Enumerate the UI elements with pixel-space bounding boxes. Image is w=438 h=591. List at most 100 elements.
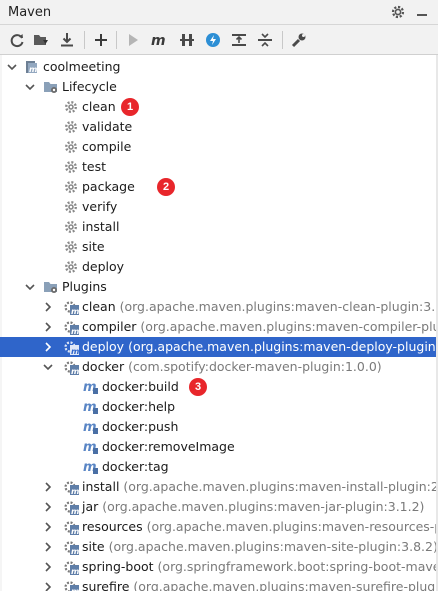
plugin-coordinates: (org.apache.maven.plugins:maven-site-plu… bbox=[108, 539, 438, 554]
tree-node-label: site bbox=[82, 239, 105, 254]
lifecycle-phase-item[interactable]: package bbox=[0, 177, 438, 197]
tree-node-project[interactable]: m coolmeeting bbox=[0, 57, 438, 77]
tree-node-label: clean bbox=[82, 99, 116, 114]
chevron-down-icon[interactable] bbox=[42, 361, 54, 373]
gear-icon bbox=[63, 99, 79, 115]
plugin-coordinates: (org.springframework.boot:spring-boot-ma… bbox=[157, 559, 438, 574]
maven-goal-icon[interactable]: m bbox=[150, 31, 168, 49]
plugin-item[interactable]: m install (org.apache.maven.plugins:maven… bbox=[0, 477, 438, 497]
maven-goal-icon: m bbox=[83, 399, 99, 415]
maven-plugin-icon: m bbox=[63, 539, 79, 556]
plugin-item[interactable]: m resources (org.apache.maven.plugins:mav… bbox=[0, 517, 438, 537]
skip-tests-icon[interactable] bbox=[204, 31, 222, 49]
svg-text:m: m bbox=[71, 347, 79, 355]
maven-plugin-icon: m bbox=[63, 519, 79, 536]
plugin-goal-item[interactable]: m docker:removeImage bbox=[0, 437, 438, 457]
chevron-right-icon[interactable] bbox=[42, 321, 54, 333]
add-icon[interactable] bbox=[92, 31, 110, 49]
svg-text:m: m bbox=[71, 527, 79, 535]
tree-node-label: clean bbox=[82, 299, 116, 314]
tree-node-label: install bbox=[82, 479, 120, 494]
tree-node-label: docker:build bbox=[102, 379, 179, 394]
svg-text:m: m bbox=[151, 33, 166, 48]
annotation-badge: 2 bbox=[157, 178, 175, 196]
plugin-goal-item[interactable]: m docker:tag bbox=[0, 457, 438, 477]
tree-node-label: Lifecycle bbox=[62, 79, 117, 94]
maven-plugin-icon: m bbox=[63, 479, 79, 496]
plugins-folder-icon bbox=[43, 279, 59, 295]
tool-window-title: Maven bbox=[8, 5, 52, 20]
chevron-right-icon[interactable] bbox=[42, 541, 54, 553]
plugin-coordinates: (org.apache.maven.plugins:maven-install-… bbox=[123, 479, 438, 494]
maven-plugin-icon: m bbox=[63, 559, 79, 576]
maven-goal-icon: m bbox=[83, 439, 99, 455]
gear-icon bbox=[63, 179, 79, 195]
plugin-item[interactable]: m compiler (org.apache.maven.plugins:mave… bbox=[0, 317, 438, 337]
generate-sources-icon[interactable] bbox=[32, 31, 50, 49]
lifecycle-phase-item[interactable]: site bbox=[0, 237, 438, 257]
tree-node-label: validate bbox=[82, 119, 133, 134]
maven-projects-tree: m coolmeeting Lifecycle clean validate compil… bbox=[0, 55, 438, 591]
svg-text:m: m bbox=[71, 487, 79, 495]
tree-node-label: install bbox=[82, 219, 120, 234]
download-icon[interactable] bbox=[58, 31, 76, 49]
minimize-icon[interactable] bbox=[414, 4, 430, 20]
tree-node-label: verify bbox=[82, 199, 118, 214]
plugin-goal-item[interactable]: m docker:push bbox=[0, 417, 438, 437]
tree-node-label: compile bbox=[82, 139, 132, 154]
plugin-goal-item[interactable]: m docker:help bbox=[0, 397, 438, 417]
plugin-item[interactable]: m site (org.apache.maven.plugins:maven-si… bbox=[0, 537, 438, 557]
annotation-badge: 3 bbox=[189, 378, 207, 396]
tree-node-plugins[interactable]: Plugins bbox=[0, 277, 438, 297]
collapse-all-icon[interactable] bbox=[256, 31, 274, 49]
chevron-down-icon[interactable] bbox=[6, 61, 18, 73]
plugin-item[interactable]: msurefire (org.apache.maven.plugins:mave… bbox=[0, 577, 438, 591]
chevron-right-icon[interactable] bbox=[42, 521, 54, 533]
plugin-item[interactable]: m clean (org.apache.maven.plugins:maven-c… bbox=[0, 297, 438, 317]
plugin-item[interactable]: m docker (com.spotify:docker-maven-plugin… bbox=[0, 357, 438, 377]
tree-node-lifecycle[interactable]: Lifecycle bbox=[0, 77, 438, 97]
tree-node-label: compiler bbox=[82, 319, 137, 334]
plugin-coordinates: (org.apache.maven.plugins:maven-jar-plug… bbox=[102, 499, 425, 514]
reload-icon[interactable] bbox=[8, 31, 26, 49]
chevron-right-icon[interactable] bbox=[42, 561, 54, 573]
maven-plugin-icon: m bbox=[63, 319, 79, 336]
lifecycle-phase-item[interactable]: validate bbox=[0, 117, 438, 137]
tree-node-label: docker bbox=[82, 359, 125, 374]
chevron-right-icon[interactable] bbox=[42, 581, 54, 591]
plugin-item[interactable]: m jar (org.apache.maven.plugins:maven-jar… bbox=[0, 497, 438, 517]
toggle-offline-icon[interactable] bbox=[178, 31, 196, 49]
plugin-goal-item[interactable]: m docker:build bbox=[0, 377, 438, 397]
annotation-badge: 1 bbox=[121, 98, 139, 116]
chevron-right-icon[interactable] bbox=[42, 481, 54, 493]
svg-text:m: m bbox=[71, 547, 79, 555]
lifecycle-folder-icon bbox=[43, 79, 59, 95]
tree-node-label: surefire bbox=[82, 579, 130, 591]
plugin-coordinates: (org.apache.maven.plugins:maven-deploy-p… bbox=[128, 339, 438, 354]
svg-text:m: m bbox=[71, 327, 79, 335]
lifecycle-phase-item[interactable]: test bbox=[0, 157, 438, 177]
show-dependencies-icon[interactable] bbox=[230, 31, 248, 49]
gear-icon[interactable] bbox=[390, 4, 406, 20]
tree-node-label: Plugins bbox=[62, 279, 107, 294]
chevron-down-icon[interactable] bbox=[24, 281, 36, 293]
chevron-right-icon[interactable] bbox=[42, 301, 54, 313]
plugin-coordinates: (com.spotify:docker-maven-plugin:1.0.0) bbox=[128, 359, 382, 374]
plugin-item[interactable]: m deploy (org.apache.maven.plugins:maven-… bbox=[0, 337, 438, 357]
maven-plugin-icon: m bbox=[63, 499, 79, 516]
plugin-item[interactable]: m spring-boot (org.springframework.boot:s… bbox=[0, 557, 438, 577]
lifecycle-phase-item[interactable]: clean bbox=[0, 97, 438, 117]
settings-wrench-icon[interactable] bbox=[290, 31, 308, 49]
lifecycle-phase-item[interactable]: install bbox=[0, 217, 438, 237]
lifecycle-phase-item[interactable]: compile bbox=[0, 137, 438, 157]
maven-project-icon: m bbox=[24, 59, 40, 75]
tree-node-label: deploy bbox=[82, 259, 125, 274]
lifecycle-phase-item[interactable]: verify bbox=[0, 197, 438, 217]
chevron-down-icon[interactable] bbox=[24, 81, 36, 93]
lifecycle-phase-item[interactable]: deploy bbox=[0, 257, 438, 277]
chevron-right-icon[interactable] bbox=[42, 341, 54, 353]
tree-node-label: site bbox=[82, 539, 105, 554]
chevron-right-icon[interactable] bbox=[42, 501, 54, 513]
run-icon[interactable] bbox=[124, 31, 142, 49]
tree-node-label: jar bbox=[82, 499, 99, 514]
